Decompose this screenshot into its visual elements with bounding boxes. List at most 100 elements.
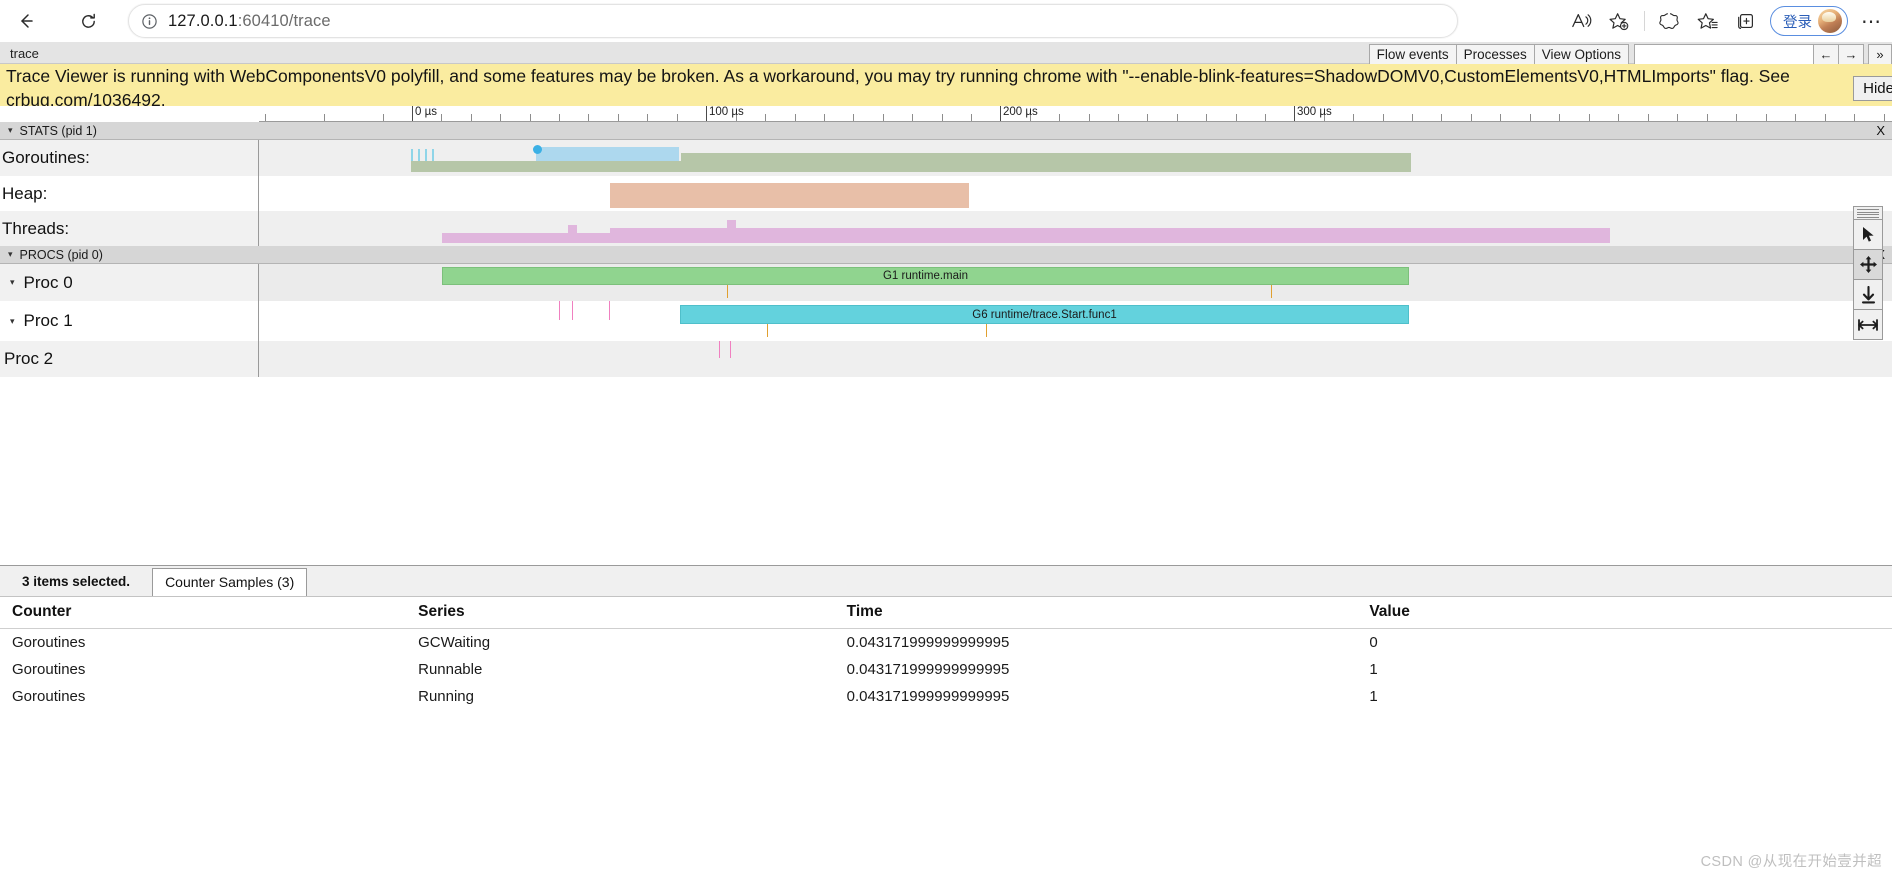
timeline-ruler[interactable]: 0 µs 100 µs 200 µs 300 µs [259,106,1892,122]
flow-events-button[interactable]: Flow events [1368,44,1457,65]
goroutine-bar-green-tail[interactable] [681,153,1411,172]
track-canvas-goroutines[interactable] [259,140,1892,176]
cell-series: GCWaiting [418,634,491,651]
ruler-minor-tick [500,114,501,121]
hide-warning-button[interactable]: Hide [1853,76,1892,101]
group-header-procs[interactable]: ▾ PROCS (pid 0) X [0,246,1892,264]
polyfill-warning-banner: Trace Viewer is running with WebComponen… [0,64,1892,112]
track-label-text: Proc 1 [23,311,73,330]
search-prev-button[interactable]: ← [1813,44,1839,65]
search-next-button[interactable]: → [1838,44,1864,65]
pan-mode-button[interactable] [1853,250,1883,280]
ruler-minor-tick [1884,114,1885,121]
slice-g6-trace-start[interactable]: G6 runtime/trace.Start.func1 [680,305,1409,324]
timing-mode-button[interactable] [1853,310,1883,340]
read-aloud-icon[interactable] [1563,5,1599,37]
column-header-value[interactable]: Value [1369,597,1892,629]
track-label-proc2[interactable]: Proc 2 [0,341,259,377]
ruler-minor-tick [1177,114,1178,121]
collections-icon[interactable] [1728,5,1764,37]
table-row[interactable]: Goroutines Runnable 0.043171999999999995… [0,656,1892,683]
heap-bar[interactable] [610,183,969,208]
toolbar-divider [1644,11,1645,31]
track-label-goroutines[interactable]: Goroutines: [0,140,259,176]
ruler-minor-tick [1265,114,1266,121]
chevron-down-icon[interactable]: ▾ [8,249,13,260]
track-label-heap[interactable]: Heap: [0,176,259,211]
ruler-minor-tick [324,114,325,121]
track-label-threads[interactable]: Threads: [0,211,259,246]
ruler-minor-tick [1736,114,1737,121]
ruler-minor-tick [1854,114,1855,121]
marker-pink-2 [572,301,573,320]
tab-counter-samples[interactable]: Counter Samples (3) [152,568,308,596]
close-icon[interactable]: X [1876,123,1885,138]
signin-button[interactable]: 登录 [1770,6,1848,36]
view-options-button[interactable]: View Options [1533,44,1629,65]
ruler-minor-tick [1059,114,1060,121]
track-row-proc2: Proc 2 [0,341,1892,377]
track-label-text: Proc 2 [4,349,54,368]
overflow-button[interactable]: » [1868,44,1892,65]
threads-bar-step2[interactable] [610,228,1610,243]
track-label-text: Threads: [2,218,70,238]
marker-pink-4 [719,341,720,358]
slice-label: G1 runtime.main [882,270,968,282]
slice-g1-runtime-main[interactable]: G1 runtime.main [442,267,1409,285]
chevron-down-icon[interactable]: ▾ [10,316,15,327]
track-label-text: Goroutines: [2,148,90,167]
drag-handle[interactable] [1853,206,1883,220]
ruler-minor-tick [883,114,884,121]
ruler-minor-tick [1618,114,1619,121]
ruler-minor-tick [795,114,796,121]
cell-time: 0.043171999999999995 [846,688,1010,705]
track-canvas-proc0[interactable]: G1 runtime.main [259,264,1892,301]
ruler-label: 300 µs [1297,106,1332,118]
threads-bar-peak[interactable] [727,220,736,243]
search-input[interactable] [1634,44,1814,65]
column-header-series[interactable]: Series [418,597,847,629]
group-header-stats[interactable]: ▾ STATS (pid 1) X [0,122,1892,140]
processes-button[interactable]: Processes [1455,44,1535,65]
watermark: CSDN @从现在开始壹并超 [1700,854,1882,870]
track-canvas-proc1[interactable]: G6 runtime/trace.Start.func1 [259,301,1892,341]
ruler-minor-tick [1589,114,1590,121]
column-header-counter[interactable]: Counter [0,597,419,629]
zoom-mode-button[interactable] [1853,280,1883,310]
ruler-minor-tick [1236,114,1237,121]
ruler-minor-tick [1353,114,1354,121]
ruler-minor-tick [1147,114,1148,121]
copilot-icon[interactable] [1652,5,1688,37]
ruler-minor-tick [853,114,854,121]
ruler-minor-tick [1795,114,1796,121]
avatar[interactable] [1818,9,1842,33]
select-mode-button[interactable] [1853,220,1883,250]
column-header-time[interactable]: Time [846,597,1370,629]
track-canvas-threads[interactable] [259,211,1892,246]
track-label-text: Proc 0 [23,272,73,292]
ruler-minor-tick [1530,114,1531,121]
chevron-down-icon[interactable]: ▾ [8,125,13,136]
back-button[interactable] [6,4,46,38]
track-row-proc1: ▾ Proc 1 G6 runtime/trace.Start.func1 [0,301,1892,341]
ruler-minor-tick [1118,114,1119,121]
track-label-proc0[interactable]: ▾ Proc 0 [0,264,259,301]
ruler-minor-tick [1500,114,1501,121]
add-favorite-icon[interactable] [1601,5,1637,37]
track-canvas-heap[interactable] [259,176,1892,211]
table-row[interactable]: Goroutines GCWaiting 0.04317199999999999… [0,629,1892,657]
table-row[interactable]: Goroutines Running 0.043171999999999995 … [0,683,1892,710]
chevron-down-icon[interactable]: ▾ [10,277,15,288]
track-canvas-proc2[interactable] [259,341,1892,377]
threads-bar-step1[interactable] [568,225,577,243]
trace-controls: Flow events Processes View Options ← → » [1368,44,1892,65]
favorites-icon[interactable] [1690,5,1726,37]
url-text: 127.0.0.1:60410/trace [168,11,331,30]
address-bar[interactable]: 127.0.0.1:60410/trace [128,4,1458,38]
reload-button[interactable] [68,4,108,38]
browser-settings-icon[interactable]: ⋯ [1854,5,1888,37]
track-label-proc1[interactable]: ▾ Proc 1 [0,301,259,341]
marker-orange-3 [767,324,768,337]
site-info-icon[interactable] [141,13,158,30]
ruler-minor-tick [1559,114,1560,121]
